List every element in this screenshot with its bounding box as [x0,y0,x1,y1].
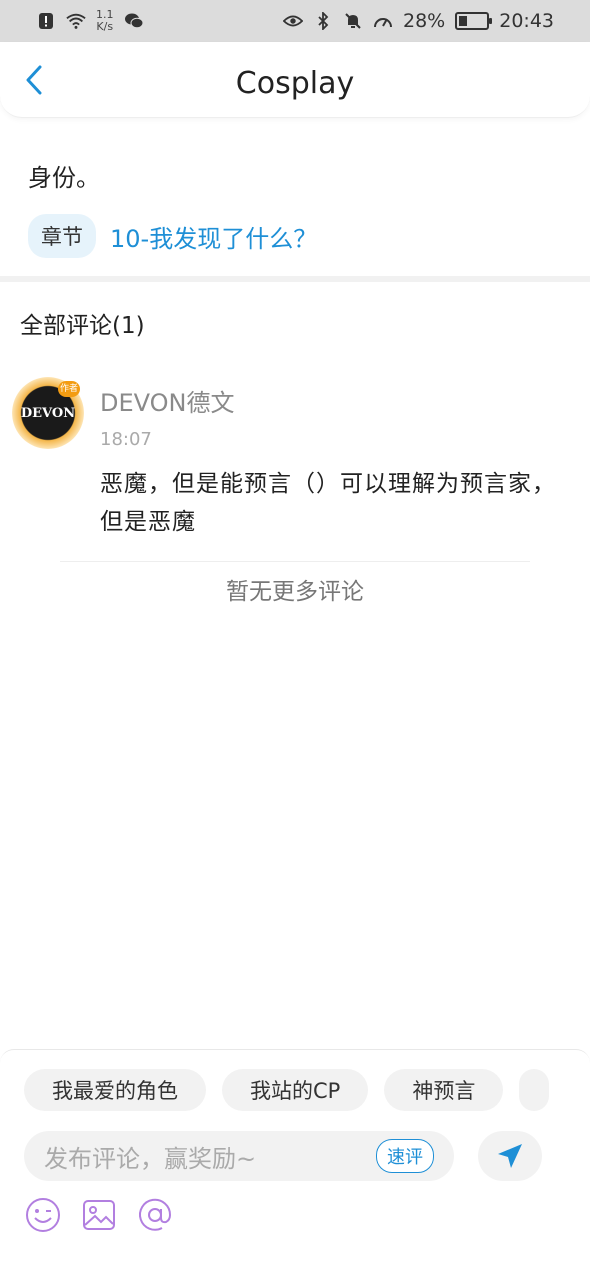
status-left: 1.1 K/s [36,9,144,33]
input-row: 发布评论，赢奖励~ 速评 [24,1131,542,1181]
wechat-icon [124,11,144,31]
page-title: Cosplay [235,66,355,101]
tool-row [24,1196,174,1234]
comment-body[interactable]: 恶魔，但是能预言（）可以理解为预言家，但是恶魔 [100,465,570,541]
eye-icon [283,11,303,31]
comments-header: 全部评论(1) [20,313,145,339]
top-nav-bar: Cosplay [0,42,590,118]
alert-icon [36,11,56,31]
chapter-link[interactable]: 10-我发现了什么？ [110,219,317,254]
status-time: 20:43 [499,10,554,32]
comment-time: 18:07 [100,429,152,450]
no-more-comments: 暂无更多评论 [226,579,364,605]
intro-text: 身份。 [28,164,100,192]
mute-bell-icon [343,11,363,31]
avatar[interactable]: DEVON 作者 [12,377,84,449]
quick-chip-overflow[interactable] [519,1069,550,1111]
speedometer-icon [373,11,393,31]
battery-fill [459,16,467,26]
quick-chip[interactable]: 神预言 [384,1069,504,1111]
net-speed: 1.1 K/s [96,9,114,33]
image-icon[interactable] [80,1196,118,1234]
comment-input-placeholder: 发布评论，赢奖励~ [44,1144,257,1173]
quick-chip[interactable]: 我最爱的角色 [24,1069,206,1111]
section-divider [0,276,590,282]
avatar-text: DEVON [20,405,76,421]
battery-icon [455,12,493,30]
mention-icon[interactable] [136,1196,174,1234]
chapter-tag: 章节 [28,214,96,258]
quick-chip[interactable]: 我站的CP [222,1069,369,1111]
comment-composer: 我最爱的角色 我站的CP 神预言 发布评论，赢奖励~ 速评 [0,1049,590,1280]
send-icon [498,1144,522,1168]
comment-input[interactable]: 发布评论，赢奖励~ 速评 [24,1131,454,1181]
battery-percent: 28% [403,10,446,32]
emoji-icon[interactable] [24,1196,62,1234]
wifi-icon [66,11,86,31]
quick-chip-row[interactable]: 我最爱的角色 我站的CP 神预言 [24,1069,550,1111]
chapter-row: 章节 10-我发现了什么？ [28,214,317,258]
bluetooth-icon [313,11,333,31]
quick-review-button[interactable]: 速评 [376,1139,434,1173]
comment-divider [60,561,530,562]
status-right: 28% 20:43 [283,10,554,32]
author-badge: 作者 [58,381,80,397]
comment-username[interactable]: DEVON德文 [100,383,234,418]
net-speed-unit: K/s [96,20,114,33]
status-bar: 1.1 K/s 28% 20:43 [0,0,590,42]
send-button[interactable] [478,1131,542,1181]
